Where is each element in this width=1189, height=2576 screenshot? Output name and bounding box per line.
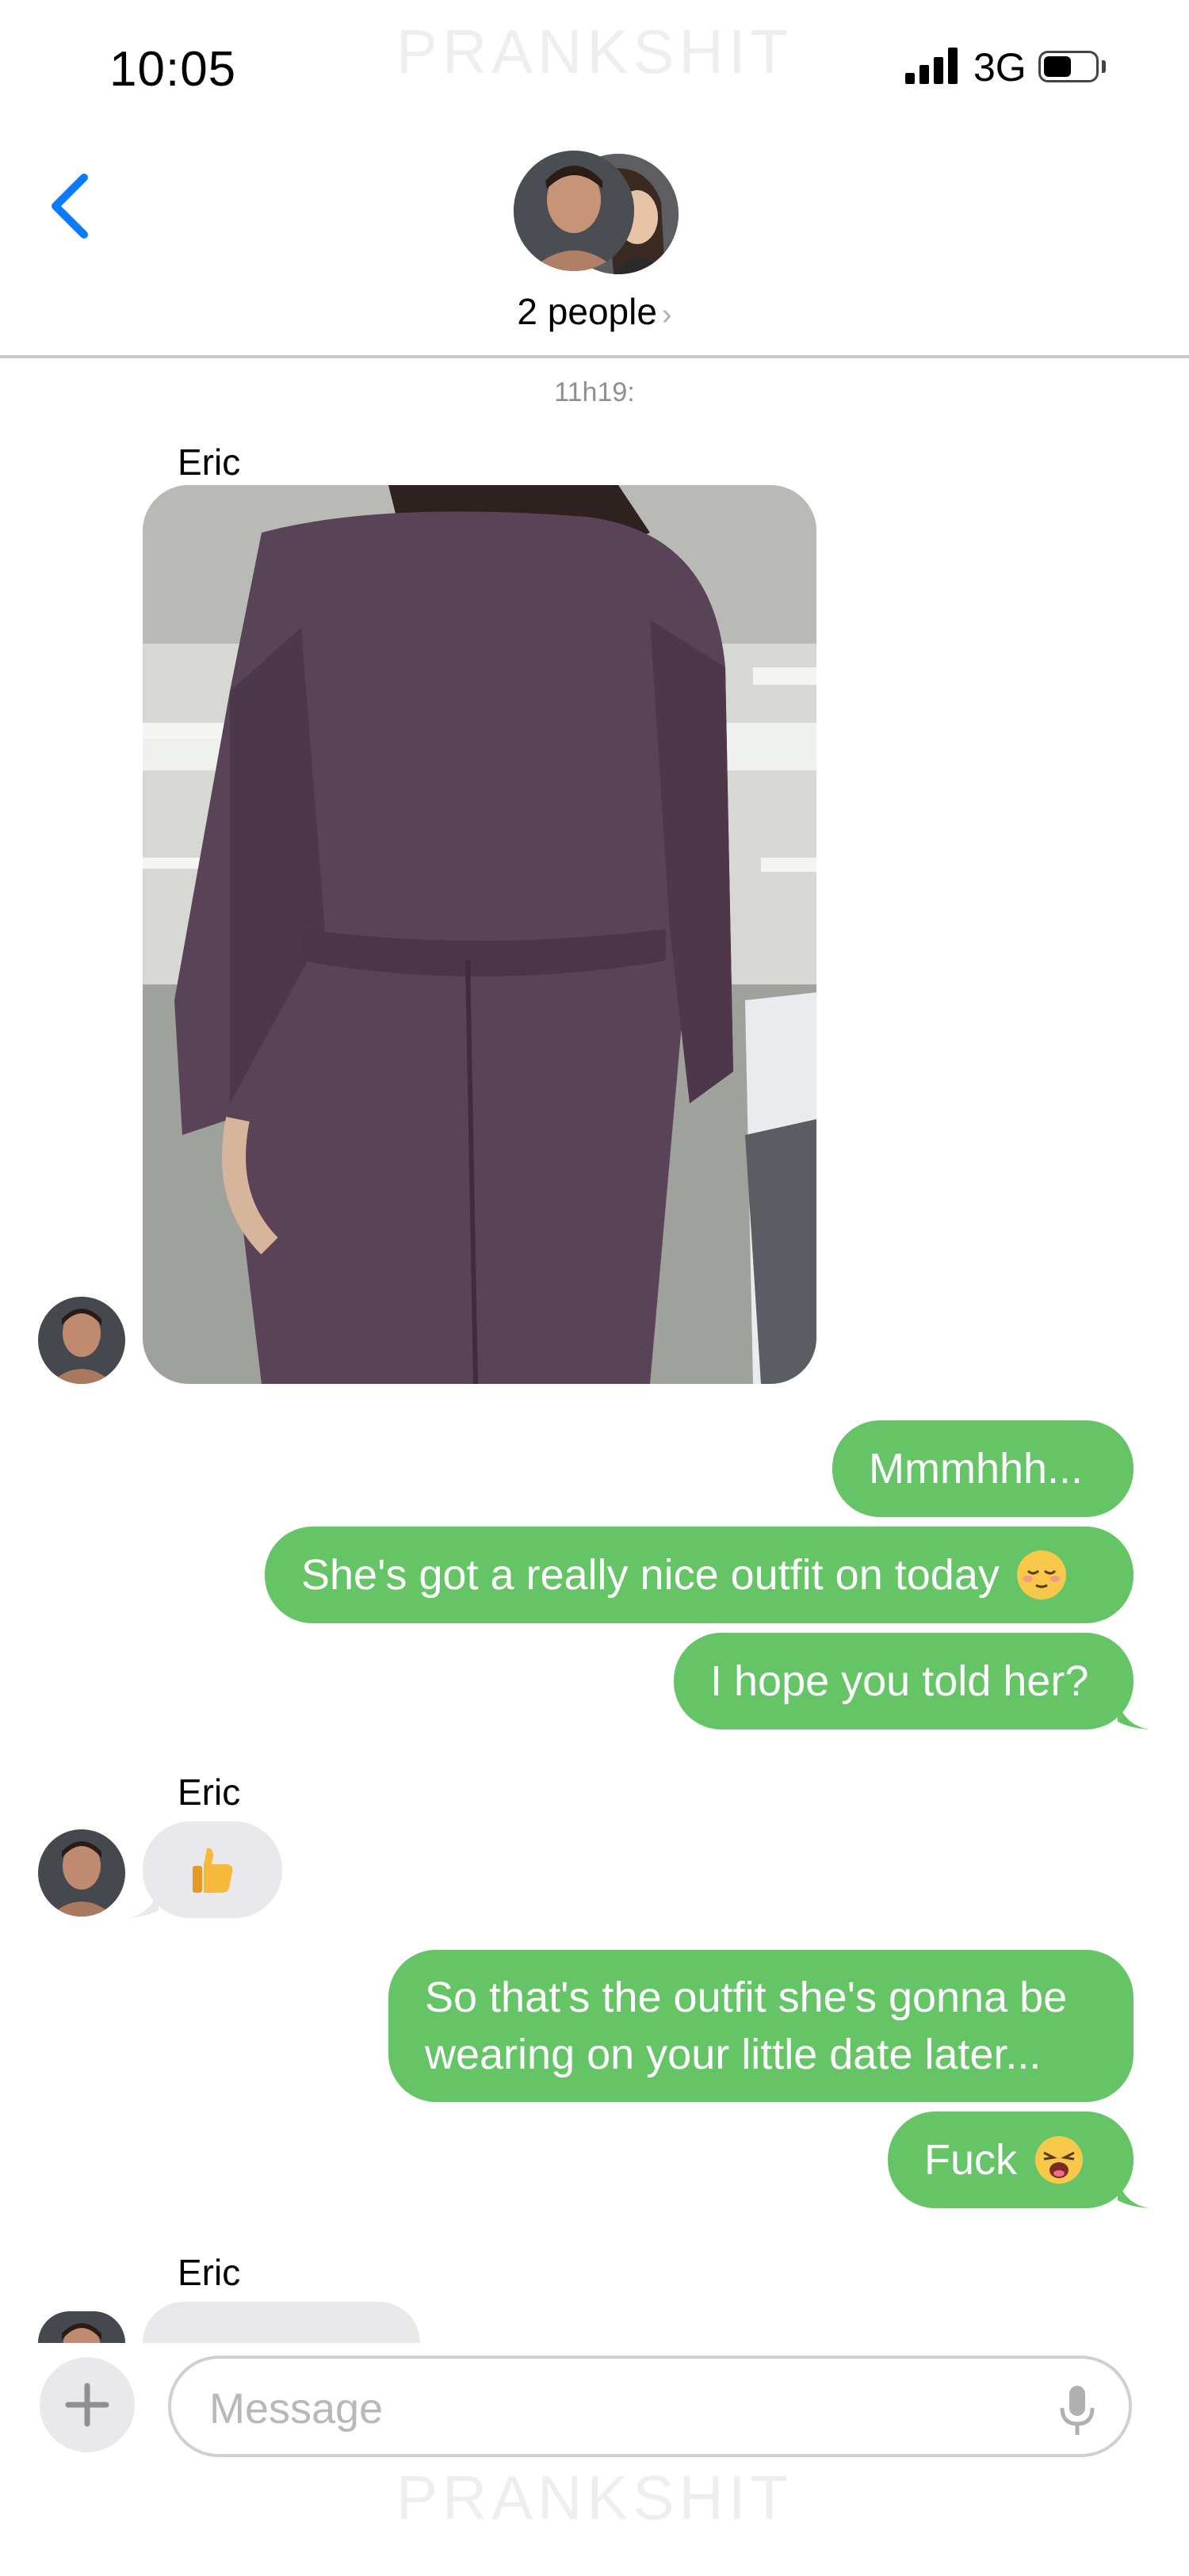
eric-avatar[interactable]	[38, 1297, 125, 1384]
eric-avatar[interactable]	[38, 2311, 125, 2343]
outgoing-message[interactable]: I hope you told her?	[674, 1633, 1134, 1729]
message-timestamp: 11h19:	[554, 377, 635, 407]
relieved-face-emoji-icon	[1016, 1550, 1066, 1599]
bubble-tail	[1118, 1698, 1149, 1729]
title-label: 2 people	[517, 291, 657, 332]
group-avatar[interactable]	[514, 151, 680, 277]
microphone-icon[interactable]	[1057, 2383, 1097, 2438]
incoming-message-partial[interactable]	[143, 2302, 420, 2343]
weary-face-emoji-icon	[1034, 2135, 1084, 2184]
back-chevron-icon[interactable]	[44, 166, 108, 246]
message-input[interactable]	[208, 2383, 1004, 2435]
battery-icon	[1038, 51, 1099, 82]
outgoing-message[interactable]: Mmmhhh...	[832, 1420, 1134, 1517]
thumbs-up-emoji-icon	[193, 1848, 233, 1893]
plus-icon	[65, 2383, 109, 2427]
conversation-title[interactable]: 2 people ›	[0, 290, 1189, 333]
message-composer	[0, 2343, 1189, 2470]
message-field[interactable]	[168, 2356, 1132, 2457]
conversation-header: 2 people ›	[0, 135, 1189, 358]
avatar-eric	[514, 151, 634, 271]
message-text: Mmmhhh...	[869, 1445, 1084, 1492]
sender-name: Eric	[178, 1771, 241, 1813]
outgoing-message[interactable]: She's got a really nice outfit on today	[265, 1527, 1134, 1623]
outgoing-message[interactable]: Fuck	[888, 2112, 1134, 2208]
watermark-bottom: PRANKSHIT	[396, 2463, 793, 2532]
message-text: I hope you told her?	[710, 1657, 1089, 1705]
signal-icon	[905, 48, 958, 84]
chevron-right-icon: ›	[661, 298, 672, 331]
sender-name: Eric	[178, 441, 241, 483]
sender-name: Eric	[178, 2252, 241, 2293]
eric-avatar[interactable]	[38, 1829, 125, 1917]
message-text: Fuck	[924, 2136, 1018, 2184]
bubble-tail	[1118, 2177, 1149, 2208]
bubble-tail	[127, 1886, 159, 1918]
photo-attachment[interactable]	[143, 485, 816, 1384]
message-text: She's got a really nice outfit on today	[301, 1551, 1000, 1599]
add-attachment-button[interactable]	[40, 2357, 135, 2452]
incoming-message[interactable]	[143, 1821, 282, 1918]
message-text-line: wearing on your little date later...	[425, 2031, 1042, 2078]
network-type: 3G	[973, 45, 1027, 90]
message-text-line: So that's the outfit she's gonna be	[425, 1974, 1068, 2021]
outgoing-message[interactable]: So that's the outfit she's gonna be wear…	[388, 1950, 1134, 2102]
status-bar: 10:05 PRANKSHIT 3G	[0, 0, 1189, 135]
